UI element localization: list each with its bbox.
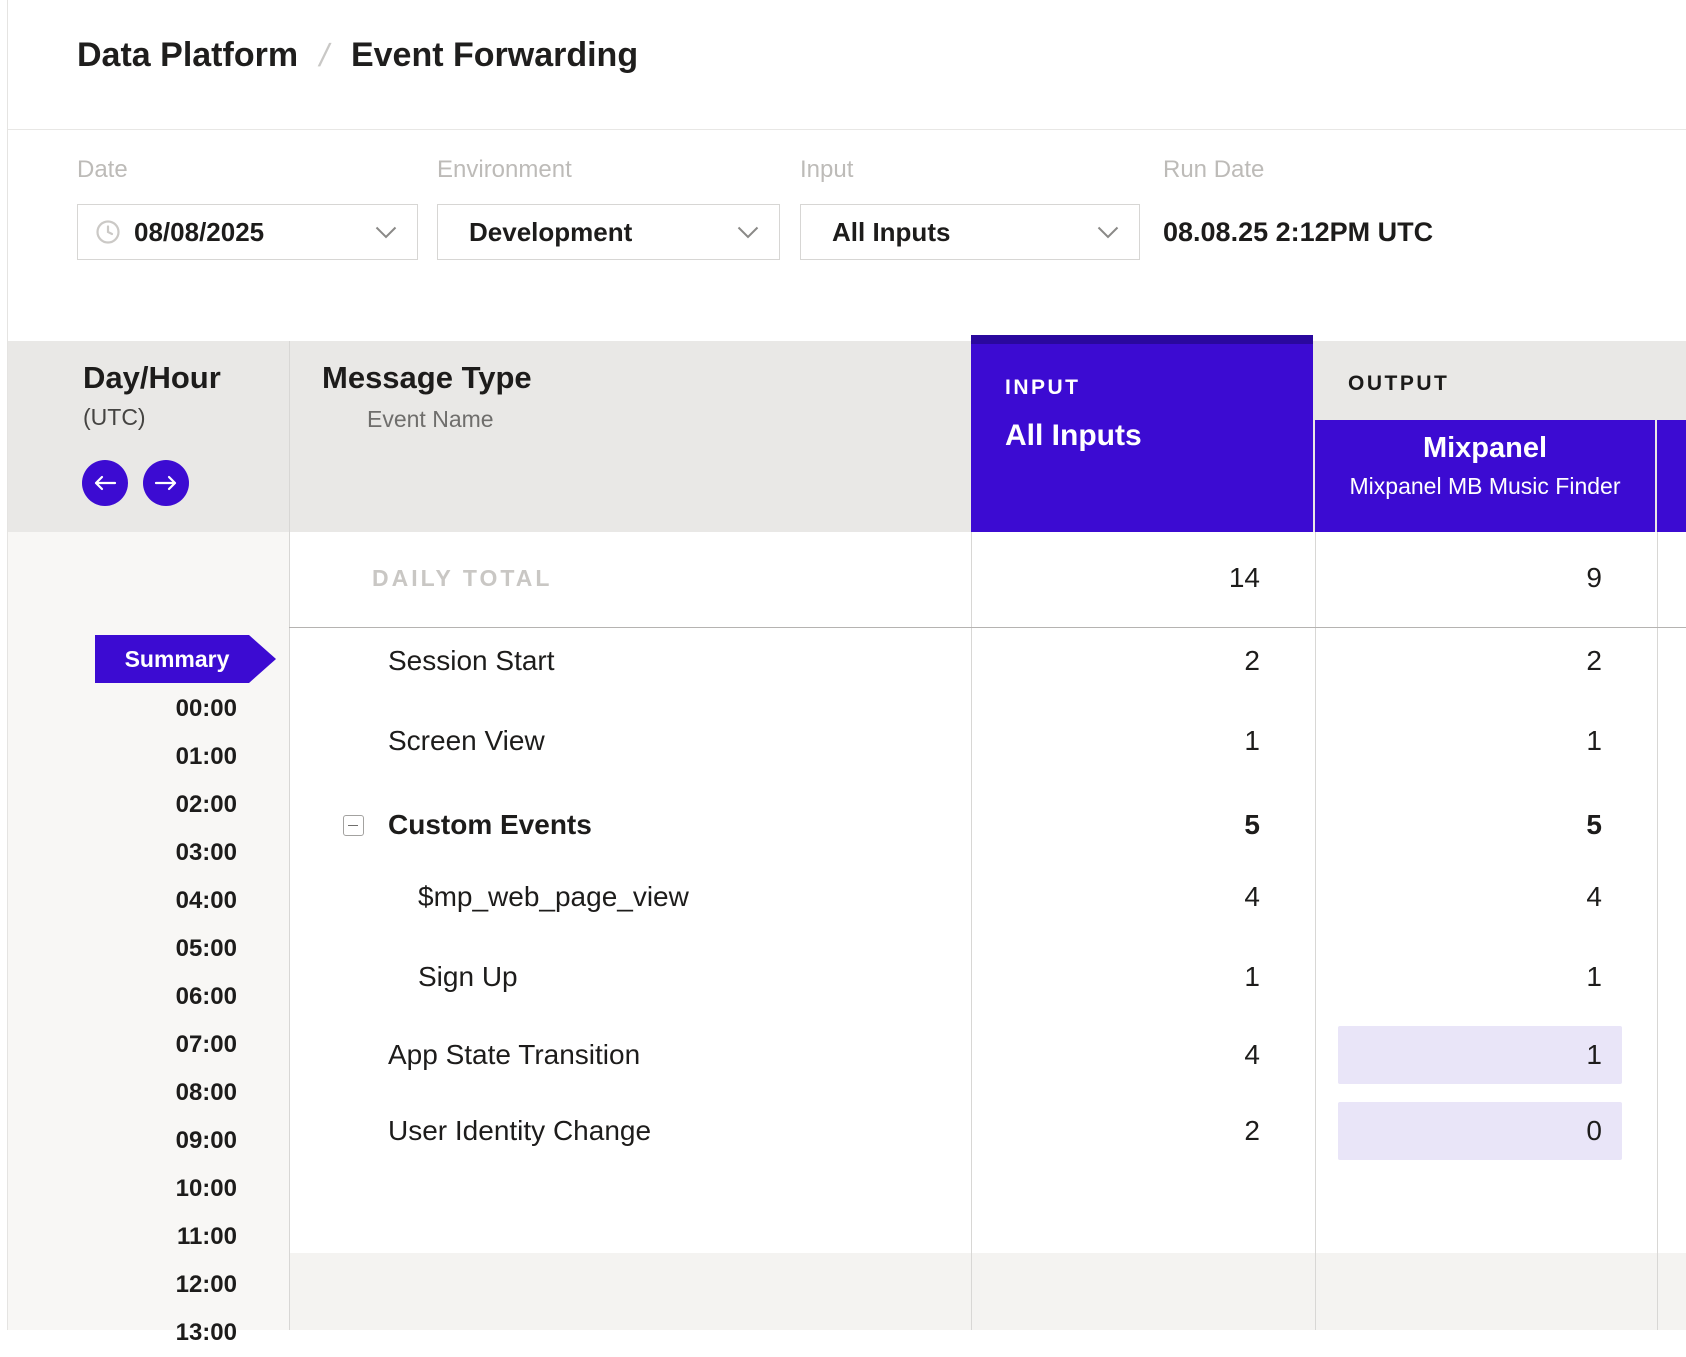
output-count-cell: 2 [1315, 632, 1602, 690]
event-row-label: Screen View [388, 712, 545, 770]
column-divider [1657, 532, 1658, 1330]
hour-row-label[interactable]: 13:00 [100, 1309, 237, 1357]
chevron-down-icon [737, 226, 759, 239]
column-divider [289, 341, 290, 1330]
output-column-header-mixpanel: Mixpanel Mixpanel MB Music Finder [1315, 420, 1655, 532]
breadcrumb-separator: / [316, 37, 333, 74]
minus-icon [348, 825, 358, 827]
arrow-left-icon [93, 475, 117, 491]
input-dropdown[interactable]: All Inputs [800, 204, 1140, 260]
environment-dropdown[interactable]: Development [437, 204, 780, 260]
input-column-name: All Inputs [1005, 419, 1142, 453]
hour-row-label[interactable]: 00:00 [100, 685, 237, 733]
output-count-cell-highlighted: 0 [1338, 1102, 1622, 1160]
table-footer-area [289, 1253, 1686, 1330]
input-filter-label: Input [800, 156, 853, 184]
run-date-value: 08.08.25 2:12PM UTC [1163, 204, 1433, 260]
input-column-header-cap [971, 335, 1313, 344]
hour-row-label[interactable]: 05:00 [100, 925, 237, 973]
hour-row-label[interactable]: 10:00 [100, 1165, 237, 1213]
input-value: All Inputs [832, 217, 950, 248]
input-count-cell: 4 [971, 868, 1260, 926]
output-section-label: OUTPUT [1348, 372, 1449, 396]
clock-icon [95, 219, 121, 245]
input-count-cell: 4 [971, 1026, 1260, 1084]
daily-total-input-value: 14 [971, 549, 1260, 607]
environment-filter-label: Environment [437, 156, 572, 184]
next-day-button[interactable] [143, 460, 189, 506]
daily-total-label: DAILY TOTAL [372, 549, 552, 607]
event-name-column-subtitle: Event Name [367, 406, 494, 433]
daily-total-divider [289, 627, 1686, 628]
event-row-label: $mp_web_page_view [418, 868, 689, 926]
input-column-header: INPUT All Inputs [971, 335, 1313, 532]
output-count-cell: 1 [1315, 948, 1602, 1006]
environment-value: Development [469, 217, 632, 248]
event-row-label: Session Start [388, 632, 555, 690]
breadcrumb-parent[interactable]: Data Platform [77, 36, 298, 75]
input-section-label: INPUT [1005, 376, 1081, 400]
summary-tab-arrow [249, 635, 276, 683]
arrow-right-icon [154, 475, 178, 491]
breadcrumb: Data Platform / Event Forwarding [77, 36, 638, 75]
output-count-cell: 1 [1315, 712, 1602, 770]
breadcrumb-current: Event Forwarding [351, 36, 638, 75]
hour-row-label[interactable]: 01:00 [100, 733, 237, 781]
output-column-header-partial [1657, 420, 1686, 532]
chevron-down-icon [375, 226, 397, 239]
date-dropdown[interactable]: 08/08/2025 [77, 204, 418, 260]
event-row-label: Custom Events [388, 796, 592, 854]
message-type-column-title: Message Type [322, 360, 532, 396]
daily-total-output-value: 9 [1315, 549, 1602, 607]
header-divider [8, 129, 1686, 130]
event-row-label: App State Transition [388, 1026, 640, 1084]
collapse-toggle-icon[interactable] [343, 815, 364, 836]
output-count-cell: 5 [1315, 796, 1602, 854]
day-hour-column-title: Day/Hour [83, 360, 221, 396]
hour-row-label[interactable]: 03:00 [100, 829, 237, 877]
hour-row-label[interactable]: 12:00 [100, 1261, 237, 1309]
hour-row-label[interactable]: 09:00 [100, 1117, 237, 1165]
input-count-cell: 2 [971, 632, 1260, 690]
hour-row-label[interactable]: 07:00 [100, 1021, 237, 1069]
date-value: 08/08/2025 [134, 217, 264, 248]
date-filter-label: Date [77, 156, 128, 184]
output-column-name: Mixpanel [1315, 432, 1655, 465]
day-hour-column-subtitle: (UTC) [83, 404, 146, 431]
hour-row-label[interactable]: 06:00 [100, 973, 237, 1021]
input-count-cell: 2 [971, 1102, 1260, 1160]
summary-tab[interactable]: Summary [95, 635, 249, 683]
hour-row-label[interactable]: 08:00 [100, 1069, 237, 1117]
event-row-label: User Identity Change [388, 1102, 651, 1160]
run-date-label: Run Date [1163, 156, 1264, 184]
output-count-cell-highlighted: 1 [1338, 1026, 1622, 1084]
input-count-cell: 1 [971, 712, 1260, 770]
event-row-label: Sign Up [418, 948, 518, 1006]
hour-row-label[interactable]: 04:00 [100, 877, 237, 925]
output-column-subtitle: Mixpanel MB Music Finder [1315, 473, 1655, 500]
input-count-cell: 1 [971, 948, 1260, 1006]
hour-row-label[interactable]: 11:00 [100, 1213, 237, 1261]
chevron-down-icon [1097, 226, 1119, 239]
output-count-cell: 4 [1315, 868, 1602, 926]
input-count-cell: 5 [971, 796, 1260, 854]
previous-day-button[interactable] [82, 460, 128, 506]
hour-row-label[interactable]: 02:00 [100, 781, 237, 829]
